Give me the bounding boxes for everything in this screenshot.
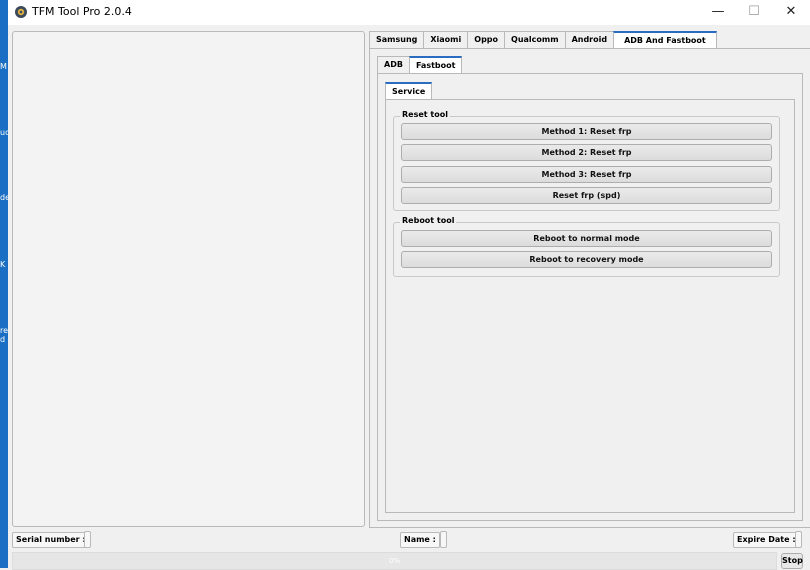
desktop-icon-label[interactable]: M: [0, 62, 7, 71]
close-button[interactable]: ✕: [772, 0, 810, 25]
progress-bar: 0%: [12, 552, 777, 570]
window-title: TFM Tool Pro 2.0.4: [32, 5, 132, 18]
method-3-reset-frp-button[interactable]: Method 3: Reset frp: [401, 166, 772, 183]
expire-date-label: Expire Date :: [733, 532, 800, 548]
reboot-tool-title: Reboot tool: [400, 216, 457, 225]
desktop-icon-label[interactable]: re: [0, 326, 8, 335]
desktop-icon-label[interactable]: K: [0, 260, 5, 269]
tab-adb[interactable]: ADB: [377, 56, 410, 73]
name-value: [440, 531, 447, 548]
brand-tab-strip: Samsung Xiaomi Oppo Qualcomm Android ADB…: [369, 31, 717, 49]
title-bar[interactable]: TFM Tool Pro 2.0.4 — ☐ ✕: [8, 0, 810, 25]
expire-date-value: [795, 531, 802, 548]
reset-frp-spd-button[interactable]: Reset frp (spd): [401, 187, 772, 204]
method-2-reset-frp-button[interactable]: Method 2: Reset frp: [401, 144, 772, 161]
log-panel[interactable]: [12, 31, 365, 527]
reset-tool-group: Reset tool Method 1: Reset frp Method 2:…: [393, 110, 780, 211]
tab-qualcomm[interactable]: Qualcomm: [504, 31, 566, 48]
serial-number-label: Serial number :: [12, 532, 90, 548]
reset-tool-title: Reset tool: [400, 110, 450, 119]
service-tab-strip: Service: [385, 82, 433, 100]
sub-tab-strip: ADB Fastboot: [377, 56, 463, 74]
app-gear-icon: [15, 6, 27, 18]
service-panel: Reset tool Method 1: Reset frp Method 2:…: [385, 99, 795, 513]
reboot-tool-group: Reboot tool Reboot to normal mode Reboot…: [393, 216, 780, 277]
desktop-background: M uc de K re d: [0, 0, 10, 568]
stop-button[interactable]: Stop: [781, 553, 803, 569]
serial-number-value: [84, 531, 91, 548]
reboot-recovery-mode-button[interactable]: Reboot to recovery mode: [401, 251, 772, 268]
reboot-normal-mode-button[interactable]: Reboot to normal mode: [401, 230, 772, 247]
tab-samsung[interactable]: Samsung: [369, 31, 425, 48]
tab-service[interactable]: Service: [385, 82, 433, 100]
name-label: Name :: [400, 532, 440, 548]
tab-xiaomi[interactable]: Xiaomi: [423, 31, 469, 48]
maximize-button[interactable]: ☐: [735, 0, 773, 25]
method-1-reset-frp-button[interactable]: Method 1: Reset frp: [401, 123, 772, 140]
tab-fastboot[interactable]: Fastboot: [408, 56, 463, 74]
minimize-button[interactable]: —: [699, 0, 737, 25]
tab-oppo[interactable]: Oppo: [467, 31, 506, 48]
tab-adb-and-fastboot[interactable]: ADB And Fastboot: [613, 31, 717, 49]
app-window: TFM Tool Pro 2.0.4 — ☐ ✕ Samsung Xiaomi …: [8, 0, 810, 570]
progress-text: 0%: [388, 557, 401, 565]
tab-android[interactable]: Android: [564, 31, 615, 48]
desktop-icon-label[interactable]: d: [0, 335, 5, 344]
